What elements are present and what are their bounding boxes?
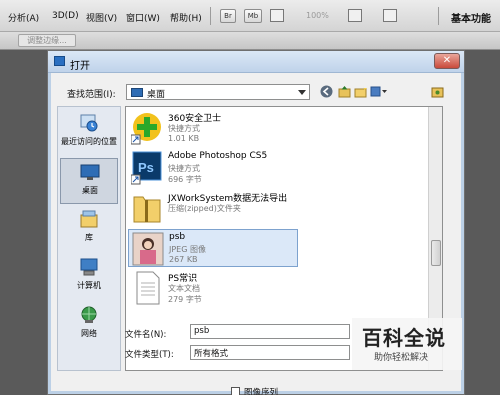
- filename-label: 文件名(N):: [125, 330, 167, 340]
- chevron-down-icon: [298, 90, 306, 95]
- watermark: 百科全说 助你轻松解决: [352, 318, 462, 370]
- places-bar: 最近访问的位置 桌面 库 计算机 网络: [57, 106, 121, 371]
- jpeg-thumbnail-icon: [132, 232, 164, 266]
- file-name: psb: [169, 232, 186, 242]
- new-folder-icon[interactable]: [354, 85, 367, 98]
- place-desktop[interactable]: 桌面: [60, 158, 118, 204]
- dialog-title: 打开: [70, 61, 90, 72]
- computer-icon: [80, 258, 98, 276]
- file-type: JPEG 图像: [169, 245, 206, 254]
- desktop-icon: [131, 88, 143, 97]
- menu-window[interactable]: 窗口(W): [126, 11, 160, 24]
- filetype-select[interactable]: 所有格式: [190, 345, 350, 360]
- menu-bar: 分析(A) 3D(D) 视图(V) 窗口(W) 帮助(H) Br Mb 100%…: [0, 0, 500, 32]
- file-name: Adobe Photoshop CS5: [168, 151, 268, 161]
- image-sequence-label: 图像序列: [244, 388, 279, 395]
- network-icon: [81, 306, 97, 323]
- file-size: 1.01 KB: [168, 134, 200, 143]
- file-size: 267 KB: [169, 255, 198, 264]
- zip-folder-icon: [133, 196, 161, 223]
- lookin-label: 查找范围(I):: [67, 90, 116, 100]
- file-type: 快捷方式: [168, 124, 200, 133]
- close-button[interactable]: ✕: [434, 53, 460, 69]
- place-recent[interactable]: 最近访问的位置: [60, 110, 118, 156]
- scrollbar-thumb[interactable]: [431, 240, 441, 266]
- bridge-button[interactable]: Br: [220, 9, 236, 23]
- view-extras-icon[interactable]: [270, 9, 284, 22]
- lookin-value: 桌面: [147, 90, 166, 100]
- dialog-title-bar[interactable]: 打开 ✕: [48, 51, 464, 73]
- menu-view[interactable]: 视图(V): [86, 11, 117, 24]
- file-item-360[interactable]: 360安全卫士 快捷方式 1.01 KB: [128, 109, 298, 147]
- zoom-level[interactable]: 100%: [306, 11, 329, 20]
- photoshop-icon: Ps: [131, 151, 162, 185]
- photoshop-app-icon: [54, 56, 65, 66]
- place-label: 网络: [81, 329, 97, 338]
- refine-edge-button[interactable]: 调整边缘...: [18, 34, 76, 47]
- place-computer[interactable]: 计算机: [60, 254, 118, 300]
- file-item-photoshop[interactable]: Ps Adobe Photoshop CS5 快捷方式 696 字节: [128, 149, 298, 187]
- recent-places-icon: [80, 114, 98, 132]
- file-item-psb[interactable]: psb JPEG 图像 267 KB: [128, 229, 298, 267]
- menu-separator: [210, 7, 211, 25]
- 360-security-icon: [131, 113, 161, 145]
- place-label: 库: [85, 233, 93, 242]
- filetype-label: 文件类型(T):: [125, 350, 174, 360]
- file-type: 文本文档: [168, 284, 200, 293]
- place-label: 桌面: [82, 186, 98, 195]
- desktop-icon: [80, 164, 100, 180]
- file-item-zip[interactable]: JXWorkSystem数据无法导出 压缩(zipped)文件夹: [128, 189, 358, 227]
- menu-help[interactable]: 帮助(H): [170, 11, 202, 24]
- svg-text:Ps: Ps: [138, 160, 154, 175]
- menu-3d[interactable]: 3D(D): [52, 11, 79, 21]
- place-network[interactable]: 网络: [60, 302, 118, 348]
- file-type: 快捷方式: [168, 164, 200, 173]
- file-size: 696 字节: [168, 175, 202, 184]
- text-document-icon: [136, 271, 160, 305]
- image-sequence-checkbox[interactable]: [231, 387, 240, 395]
- view-menu-icon[interactable]: [370, 85, 388, 98]
- up-folder-icon[interactable]: [338, 85, 351, 98]
- screen-mode-icon[interactable]: [383, 9, 397, 22]
- version-cue-icon[interactable]: [431, 85, 444, 98]
- options-bar: 调整边缘...: [0, 32, 500, 50]
- place-label: 计算机: [77, 281, 101, 290]
- filename-input[interactable]: psb: [190, 324, 350, 339]
- photoshop-window: 分析(A) 3D(D) 视图(V) 窗口(W) 帮助(H) Br Mb 100%…: [0, 0, 500, 395]
- place-label: 最近访问的位置: [61, 137, 117, 146]
- library-icon: [80, 210, 98, 228]
- watermark-subtitle: 助你轻松解决: [374, 353, 429, 363]
- file-size: 279 字节: [168, 295, 202, 304]
- menu-separator: [438, 7, 439, 25]
- back-icon[interactable]: [320, 85, 333, 98]
- file-type: 压缩(zipped)文件夹: [168, 204, 241, 213]
- workspace-switcher[interactable]: 基本功能: [451, 10, 491, 25]
- lookin-dropdown[interactable]: 桌面: [126, 84, 310, 100]
- menu-analysis[interactable]: 分析(A): [8, 11, 39, 24]
- file-item-text[interactable]: PS常识 文本文档 279 字节: [128, 269, 298, 307]
- arrange-documents-icon[interactable]: [348, 9, 362, 22]
- watermark-title: 百科全说: [362, 326, 446, 350]
- mini-bridge-button[interactable]: Mb: [244, 9, 262, 23]
- place-library[interactable]: 库: [60, 206, 118, 252]
